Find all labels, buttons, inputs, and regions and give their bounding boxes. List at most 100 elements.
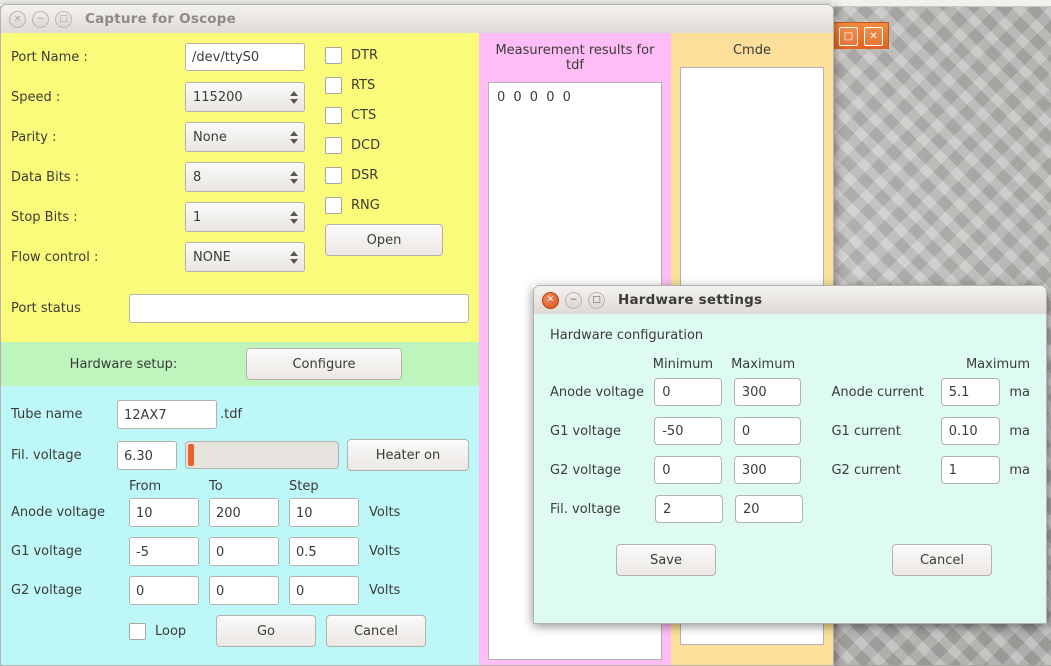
dialog-g1-current-unit: ma [1009, 423, 1031, 439]
hardware-settings-dialog: ✕ − □ Hardware settings Hardware configu… [533, 285, 1047, 624]
cancel-sweep-button[interactable]: Cancel [326, 615, 426, 647]
heater-progress-bar [185, 441, 339, 469]
maximum2-column-header: Maximum [965, 357, 1031, 372]
dialog-anode-voltage-min-input[interactable]: 0 [654, 378, 722, 406]
spinner-arrows-icon[interactable] [290, 170, 298, 184]
dialog-g2-voltage-min-input[interactable]: 0 [654, 456, 722, 484]
dialog-minimize-icon[interactable]: − [565, 291, 582, 309]
dialog-cancel-button[interactable]: Cancel [892, 544, 992, 576]
cts-checkbox-row[interactable]: CTS [325, 107, 469, 124]
spinner-arrows-icon[interactable] [290, 210, 298, 224]
dialog-g2-voltage-max-input[interactable]: 300 [733, 456, 802, 484]
open-button[interactable]: Open [325, 224, 443, 256]
g1-voltage-step-input[interactable]: 0.5 [289, 537, 359, 566]
dialog-g2-current-input[interactable]: 1 [940, 456, 1001, 484]
g2-voltage-to-input[interactable]: 0 [209, 576, 279, 605]
g2-voltage-step-input[interactable]: 0 [289, 576, 359, 605]
anode-voltage-from-input[interactable]: 10 [129, 498, 199, 527]
dialog-maximize-icon[interactable]: □ [588, 291, 605, 309]
stop-bits-spinner[interactable]: 1 [185, 202, 305, 232]
dialog-fil-voltage-row: Fil. voltage 2 20 [550, 495, 1030, 523]
g1-voltage-from-input[interactable]: -5 [129, 537, 199, 566]
rng-checkbox-row[interactable]: RNG [325, 197, 469, 214]
dialog-title: Hardware settings [618, 292, 763, 308]
dialog-g1-current-input[interactable]: 0.10 [940, 417, 1001, 445]
dialog-fil-voltage-label: Fil. voltage [550, 501, 621, 517]
port-status-field [129, 294, 469, 323]
go-button[interactable]: Go [216, 615, 316, 647]
maximize-icon[interactable]: □ [55, 10, 72, 28]
dsr-checkbox-row[interactable]: DSR [325, 167, 469, 184]
cmde-maximize-icon[interactable]: □ [839, 26, 858, 46]
dsr-label: DSR [351, 168, 379, 183]
flow-control-spinner[interactable]: NONE [185, 242, 305, 272]
stop-bits-value: 1 [193, 209, 202, 225]
port-status-label: Port status [11, 301, 81, 316]
dialog-close-icon[interactable]: ✕ [542, 291, 559, 309]
dialog-g1-voltage-min-input[interactable]: -50 [654, 417, 722, 445]
dialog-g2-voltage-row: G2 voltage 0 300 G2 current 1 ma [550, 456, 1030, 484]
dialog-anode-current-input[interactable]: 5.1 [940, 378, 1001, 406]
speed-label: Speed : [11, 89, 61, 105]
heater-on-button[interactable]: Heater on [347, 439, 469, 471]
fil-voltage-input[interactable]: 6.30 [117, 440, 177, 470]
dialog-anode-voltage-max-input[interactable]: 300 [733, 378, 802, 406]
tube-name-input[interactable]: 12AX7 [117, 400, 217, 429]
from-column-header: From [129, 479, 162, 494]
loop-label: Loop [155, 623, 187, 639]
dcd-checkbox-row[interactable]: DCD [325, 137, 469, 154]
dcd-checkbox[interactable] [325, 137, 342, 154]
spinner-arrows-icon[interactable] [290, 130, 298, 144]
speed-spinner[interactable]: 115200 [185, 82, 305, 112]
cmde-close-icon[interactable]: ✕ [864, 26, 883, 46]
dialog-save-button[interactable]: Save [616, 544, 716, 576]
anode-voltage-to-input[interactable]: 200 [209, 498, 279, 527]
cmde-title: Cmde [732, 43, 771, 58]
dialog-g2-voltage-label: G2 voltage [550, 462, 622, 478]
tube-name-label: Tube name [11, 407, 83, 422]
dialog-fil-voltage-max-input[interactable]: 20 [735, 495, 803, 523]
dtr-checkbox-row[interactable]: DTR [325, 47, 469, 64]
close-icon[interactable]: × [9, 10, 26, 28]
speed-value: 115200 [193, 89, 243, 105]
fil-voltage-label: Fil. voltage [11, 447, 82, 463]
minimum-column-header: Minimum [652, 357, 714, 372]
to-column-header: To [209, 479, 223, 494]
main-titlebar[interactable]: × − □ Capture for Oscope [0, 4, 834, 33]
rts-checkbox[interactable] [325, 77, 342, 94]
dialog-column-headers: Minimum Maximum Maximum [550, 357, 1030, 372]
parity-spinner[interactable]: None [185, 122, 305, 152]
measurement-results-title: Measurement results for tdf [495, 43, 655, 73]
data-bits-spinner[interactable]: 8 [185, 162, 305, 192]
dialog-g2-current-unit: ma [1009, 462, 1031, 478]
port-name-input[interactable]: /dev/ttyS0 [185, 43, 305, 71]
dialog-g1-voltage-max-input[interactable]: 0 [733, 417, 802, 445]
dialog-anode-voltage-label: Anode voltage [550, 384, 645, 400]
tube-name-suffix: .tdf [220, 407, 243, 422]
anode-voltage-label: Anode voltage [11, 505, 106, 520]
loop-checkbox[interactable] [129, 622, 146, 640]
data-bits-label: Data Bits : [11, 169, 80, 185]
dialog-anode-current-label: Anode current [831, 384, 924, 400]
g1-voltage-to-input[interactable]: 0 [209, 537, 279, 566]
dsr-checkbox[interactable] [325, 167, 342, 184]
dialog-g1-voltage-label: G1 voltage [550, 423, 622, 439]
g2-voltage-from-input[interactable]: 0 [129, 576, 199, 605]
flow-control-value: NONE [193, 249, 231, 265]
anode-voltage-step-input[interactable]: 10 [289, 498, 359, 527]
minimize-icon[interactable]: − [32, 10, 49, 28]
dialog-titlebar[interactable]: ✕ − □ Hardware settings [533, 285, 1047, 314]
cmde-window-titlebar[interactable]: □ ✕ [833, 22, 889, 49]
rts-checkbox-row[interactable]: RTS [325, 77, 469, 94]
dtr-checkbox[interactable] [325, 47, 342, 64]
configure-button[interactable]: Configure [246, 348, 402, 380]
rng-checkbox[interactable] [325, 197, 342, 214]
spinner-arrows-icon[interactable] [290, 250, 298, 264]
dialog-fil-voltage-min-input[interactable]: 2 [655, 495, 723, 523]
left-column: Port Name : /dev/ttyS0 Speed : 115200 Pa… [1, 33, 479, 665]
hardware-configuration-label: Hardware configuration [550, 328, 704, 343]
g1-voltage-label: G1 voltage [11, 544, 83, 559]
maximum-column-header: Maximum [731, 357, 796, 372]
cts-checkbox[interactable] [325, 107, 342, 124]
spinner-arrows-icon[interactable] [290, 90, 298, 104]
